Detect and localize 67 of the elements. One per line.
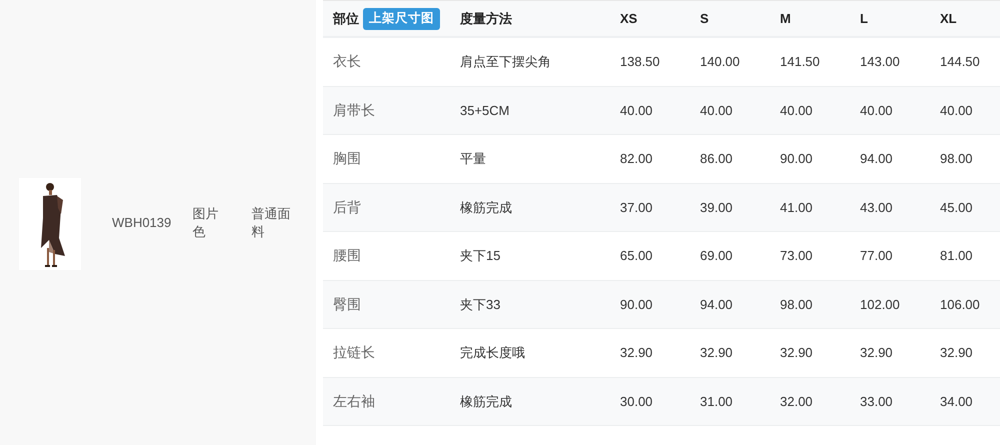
table-cell: 左右袖 bbox=[333, 392, 375, 409]
table-cell: 32.90 bbox=[780, 345, 813, 360]
table-cell: 35+5CM bbox=[460, 102, 510, 118]
product-code: WBH0139 bbox=[112, 214, 172, 232]
table-cell: 45.00 bbox=[940, 200, 973, 214]
column-header: M bbox=[780, 10, 791, 26]
column-header: XL bbox=[940, 10, 957, 26]
table-cell: 90.00 bbox=[780, 151, 813, 166]
table-cell: 33.00 bbox=[860, 394, 893, 408]
table-cell: 102.00 bbox=[860, 296, 900, 312]
table-cell: 夹下33 bbox=[460, 296, 500, 312]
table-cell: 39.00 bbox=[700, 200, 733, 214]
table-cell: 40.00 bbox=[620, 102, 653, 118]
table-cell: 32.90 bbox=[700, 345, 733, 360]
table-cell: 34.00 bbox=[940, 394, 973, 408]
table-cell: 臀围 bbox=[333, 296, 361, 312]
table-cell: 30.00 bbox=[620, 394, 653, 408]
table-cell: 141.50 bbox=[780, 54, 820, 69]
table-cell: 90.00 bbox=[620, 296, 653, 312]
table-cell: 43.00 bbox=[860, 200, 893, 214]
table-cell: 32.00 bbox=[780, 394, 813, 408]
column-header: 部位 bbox=[333, 10, 359, 28]
table-cell: 完成长度哦 bbox=[460, 345, 525, 360]
table-cell: 夹下15 bbox=[460, 248, 500, 263]
column-header: S bbox=[700, 10, 709, 26]
table-cell: 40.00 bbox=[700, 102, 733, 118]
table-cell: 肩点至下摆尖角 bbox=[460, 54, 551, 69]
table-cell: 77.00 bbox=[860, 248, 893, 263]
fabric-text: 普通面料 bbox=[251, 204, 292, 240]
table-cell: 拉链长 bbox=[333, 344, 375, 360]
table-cell: 平量 bbox=[460, 151, 486, 166]
column-header: L bbox=[860, 10, 868, 26]
table-cell: 144.50 bbox=[940, 54, 980, 69]
table-cell: 41.00 bbox=[780, 200, 813, 214]
table-cell: 65.00 bbox=[620, 248, 653, 263]
column-header: 度量方法 bbox=[460, 10, 512, 26]
table-cell: 40.00 bbox=[780, 102, 813, 118]
table-cell: 138.50 bbox=[620, 54, 660, 69]
table-cell: 肩带长 bbox=[333, 102, 375, 118]
table-cell: 73.00 bbox=[780, 248, 813, 263]
table-cell: 37.00 bbox=[620, 200, 653, 214]
table-cell: 后背 bbox=[333, 198, 361, 215]
size-chart-button[interactable]: 上架尺寸图 bbox=[363, 8, 440, 30]
column-header: XS bbox=[620, 10, 638, 26]
table-cell: 32.90 bbox=[860, 345, 893, 360]
color-text: 图片色 bbox=[192, 204, 220, 240]
table-cell: 橡筋完成 bbox=[460, 394, 512, 408]
table-cell: 81.00 bbox=[940, 248, 973, 263]
table-cell: 82.00 bbox=[620, 151, 653, 166]
table-cell: 腰围 bbox=[333, 247, 361, 264]
table-cell: 衣长 bbox=[333, 53, 361, 70]
table-cell: 40.00 bbox=[860, 102, 893, 118]
table-cell: 94.00 bbox=[700, 296, 733, 312]
table-cell: 69.00 bbox=[700, 248, 733, 263]
table-cell: 橡筋完成 bbox=[460, 200, 512, 214]
table-cell: 86.00 bbox=[700, 151, 733, 166]
table-cell: 143.00 bbox=[860, 54, 900, 69]
table-cell: 32.90 bbox=[620, 345, 653, 360]
table-cell: 106.00 bbox=[940, 296, 980, 312]
table-cell: 31.00 bbox=[700, 394, 733, 408]
table-cell: 98.00 bbox=[780, 296, 813, 312]
table-cell: 40.00 bbox=[940, 102, 973, 118]
table-cell: 32.90 bbox=[940, 345, 973, 360]
table-cell: 98.00 bbox=[940, 151, 973, 166]
table-cell: 140.00 bbox=[700, 54, 740, 69]
table-cell: 胸围 bbox=[333, 150, 361, 166]
table-cell: 94.00 bbox=[860, 151, 893, 166]
